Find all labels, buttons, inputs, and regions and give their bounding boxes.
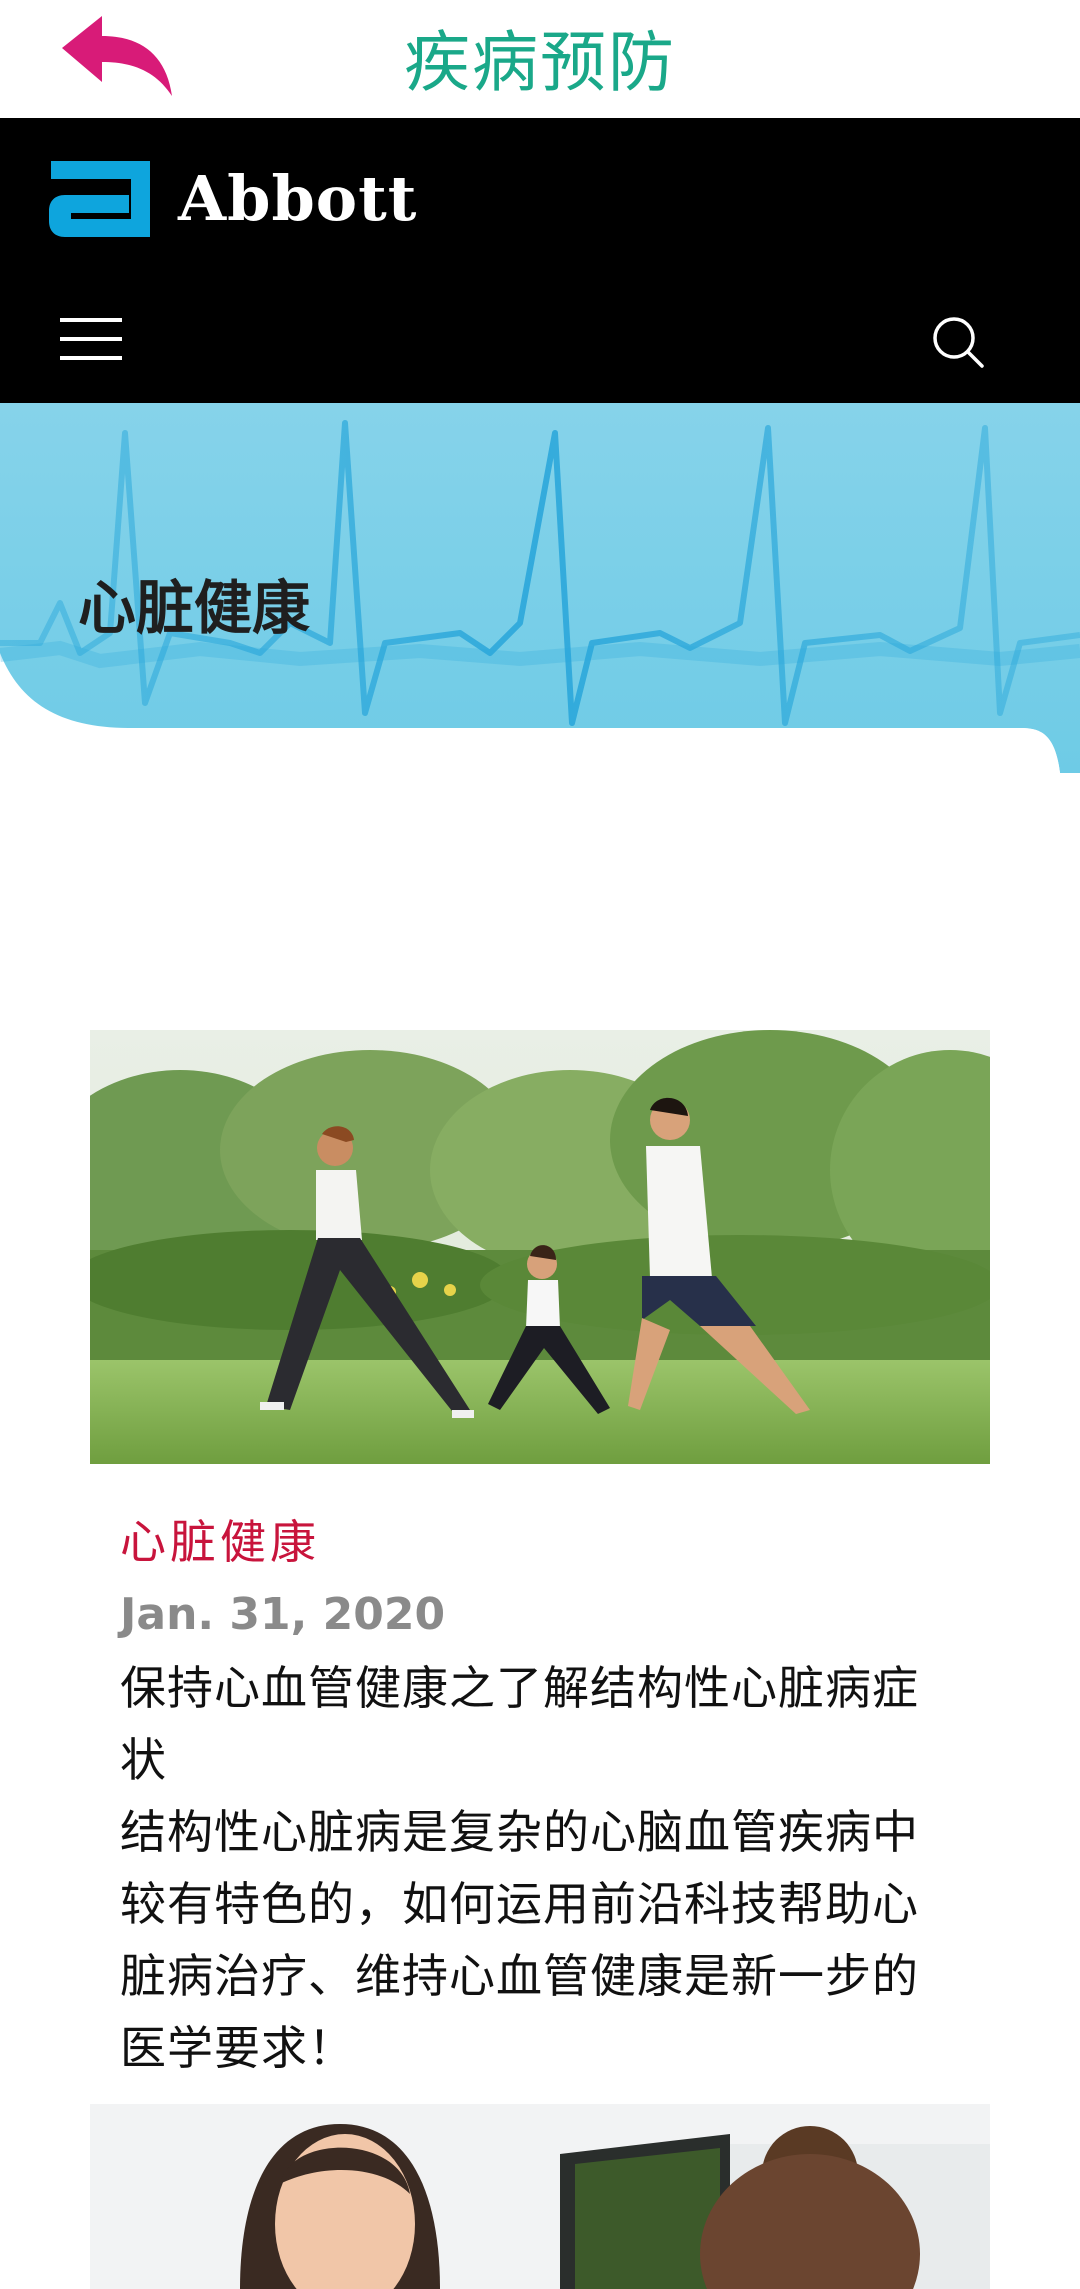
article-summary: 结构性心脏病是复杂的心脑血管疾病中较有特色的，如何运用前沿科技帮助心脏病治疗、维… — [120, 1805, 919, 2075]
hero-title: 心脏健康 — [78, 574, 311, 642]
search-icon — [933, 317, 984, 368]
hamburger-line — [60, 356, 122, 360]
article-image-2[interactable] — [90, 2104, 990, 2289]
article-image[interactable] — [90, 1030, 990, 1464]
logo-text: Abbott — [178, 162, 418, 235]
abbott-logo[interactable]: Abbott — [43, 151, 417, 246]
article-date: Jan. 31, 2020 — [120, 1589, 446, 1640]
women-smiling-photo — [90, 2104, 990, 2289]
hamburger-menu-icon — [60, 318, 122, 322]
page-title: 疾病预防 — [404, 24, 676, 101]
family-exercising-outdoors-photo — [90, 1030, 990, 1464]
hero-banner: 心脏健康 — [0, 403, 1080, 773]
article-category[interactable]: 心脏健康 — [120, 1512, 320, 1572]
hamburger-menu-button[interactable] — [60, 318, 126, 368]
search-button[interactable] — [930, 314, 986, 370]
app-bar: 疾病预防 — [0, 0, 1080, 118]
hamburger-line — [60, 337, 122, 341]
site-header: Abbott — [0, 118, 1080, 403]
article-headline[interactable]: 保持心血管健康之了解结构性心脏病症状 — [120, 1652, 950, 1796]
abbott-logo-icon — [49, 160, 150, 237]
